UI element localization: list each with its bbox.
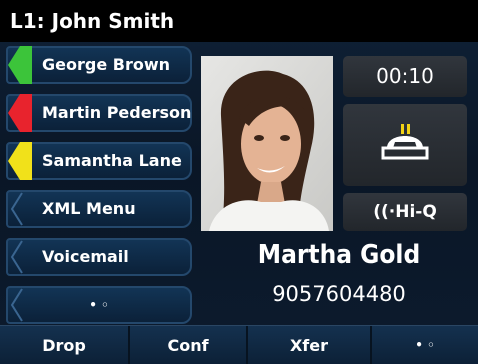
line-title: L1: John Smith — [0, 0, 478, 42]
line-key-george-brown[interactable]: George Brown — [6, 46, 192, 84]
presence-away-icon — [6, 142, 32, 180]
caller-name: Martha Gold — [257, 240, 421, 270]
presence-busy-icon — [6, 94, 32, 132]
transfer-button[interactable]: Xfer — [248, 326, 372, 364]
key-tab-icon — [6, 190, 32, 228]
line-key-label: George Brown — [42, 55, 170, 74]
line-key-voicemail[interactable]: Voicemail — [6, 238, 192, 276]
softkey-bar: Drop Conf Xfer • ◦ — [0, 325, 478, 364]
hold-status — [343, 104, 467, 186]
line-key-martin-pederson[interactable]: Martin Pederson — [6, 94, 192, 132]
phone-screen: L1: John Smith George Brown Martin Peder… — [0, 0, 478, 364]
line-key-samantha-lane[interactable]: Samantha Lane — [6, 142, 192, 180]
line-key-label: XML Menu — [42, 199, 136, 218]
more-softkeys-button[interactable]: • ◦ — [372, 326, 478, 364]
line-key-label: Samantha Lane — [42, 151, 182, 170]
presence-available-icon — [6, 46, 32, 84]
call-timer: 00:10 — [343, 56, 467, 97]
line-key-more[interactable]: • ◦ — [6, 286, 192, 324]
line-key-xml-menu[interactable]: XML Menu — [6, 190, 192, 228]
conference-button[interactable]: Conf — [130, 326, 248, 364]
page-dots: • ◦ — [89, 298, 109, 312]
caller-number: 9057604480 — [272, 282, 406, 306]
caller-photo — [201, 56, 333, 231]
drop-button[interactable]: Drop — [0, 326, 130, 364]
line-key-label: Voicemail — [42, 247, 129, 266]
key-tab-icon — [6, 238, 32, 276]
hiq-logo: ((·Hi-Q — [343, 193, 467, 231]
key-tab-icon — [6, 286, 32, 324]
line-key-label: Martin Pederson — [42, 103, 192, 122]
hold-icon — [343, 124, 467, 190]
